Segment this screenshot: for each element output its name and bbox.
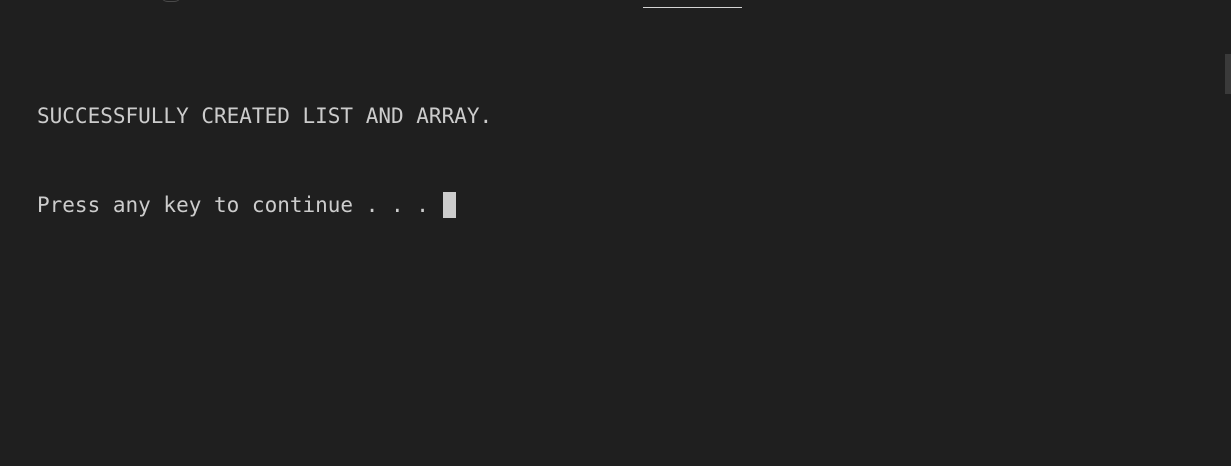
vertical-scrollbar[interactable] (1225, 0, 1231, 466)
terminal-window[interactable]: SUCCESSFULLY CREATED LIST AND ARRAY. Pre… (0, 0, 1231, 466)
console-line-with-cursor: Press any key to continue . . . (37, 191, 1191, 221)
console-line: Press any key to continue . . . (37, 192, 442, 217)
console-line: SUCCESSFULLY CREATED LIST AND ARRAY. (37, 104, 493, 128)
window-chrome-fragment (160, 0, 182, 2)
text-cursor (442, 191, 456, 218)
tab-indicator (643, 0, 742, 8)
scrollbar-thumb[interactable] (1225, 54, 1231, 94)
console-output: SUCCESSFULLY CREATED LIST AND ARRAY. Pre… (37, 43, 1191, 279)
